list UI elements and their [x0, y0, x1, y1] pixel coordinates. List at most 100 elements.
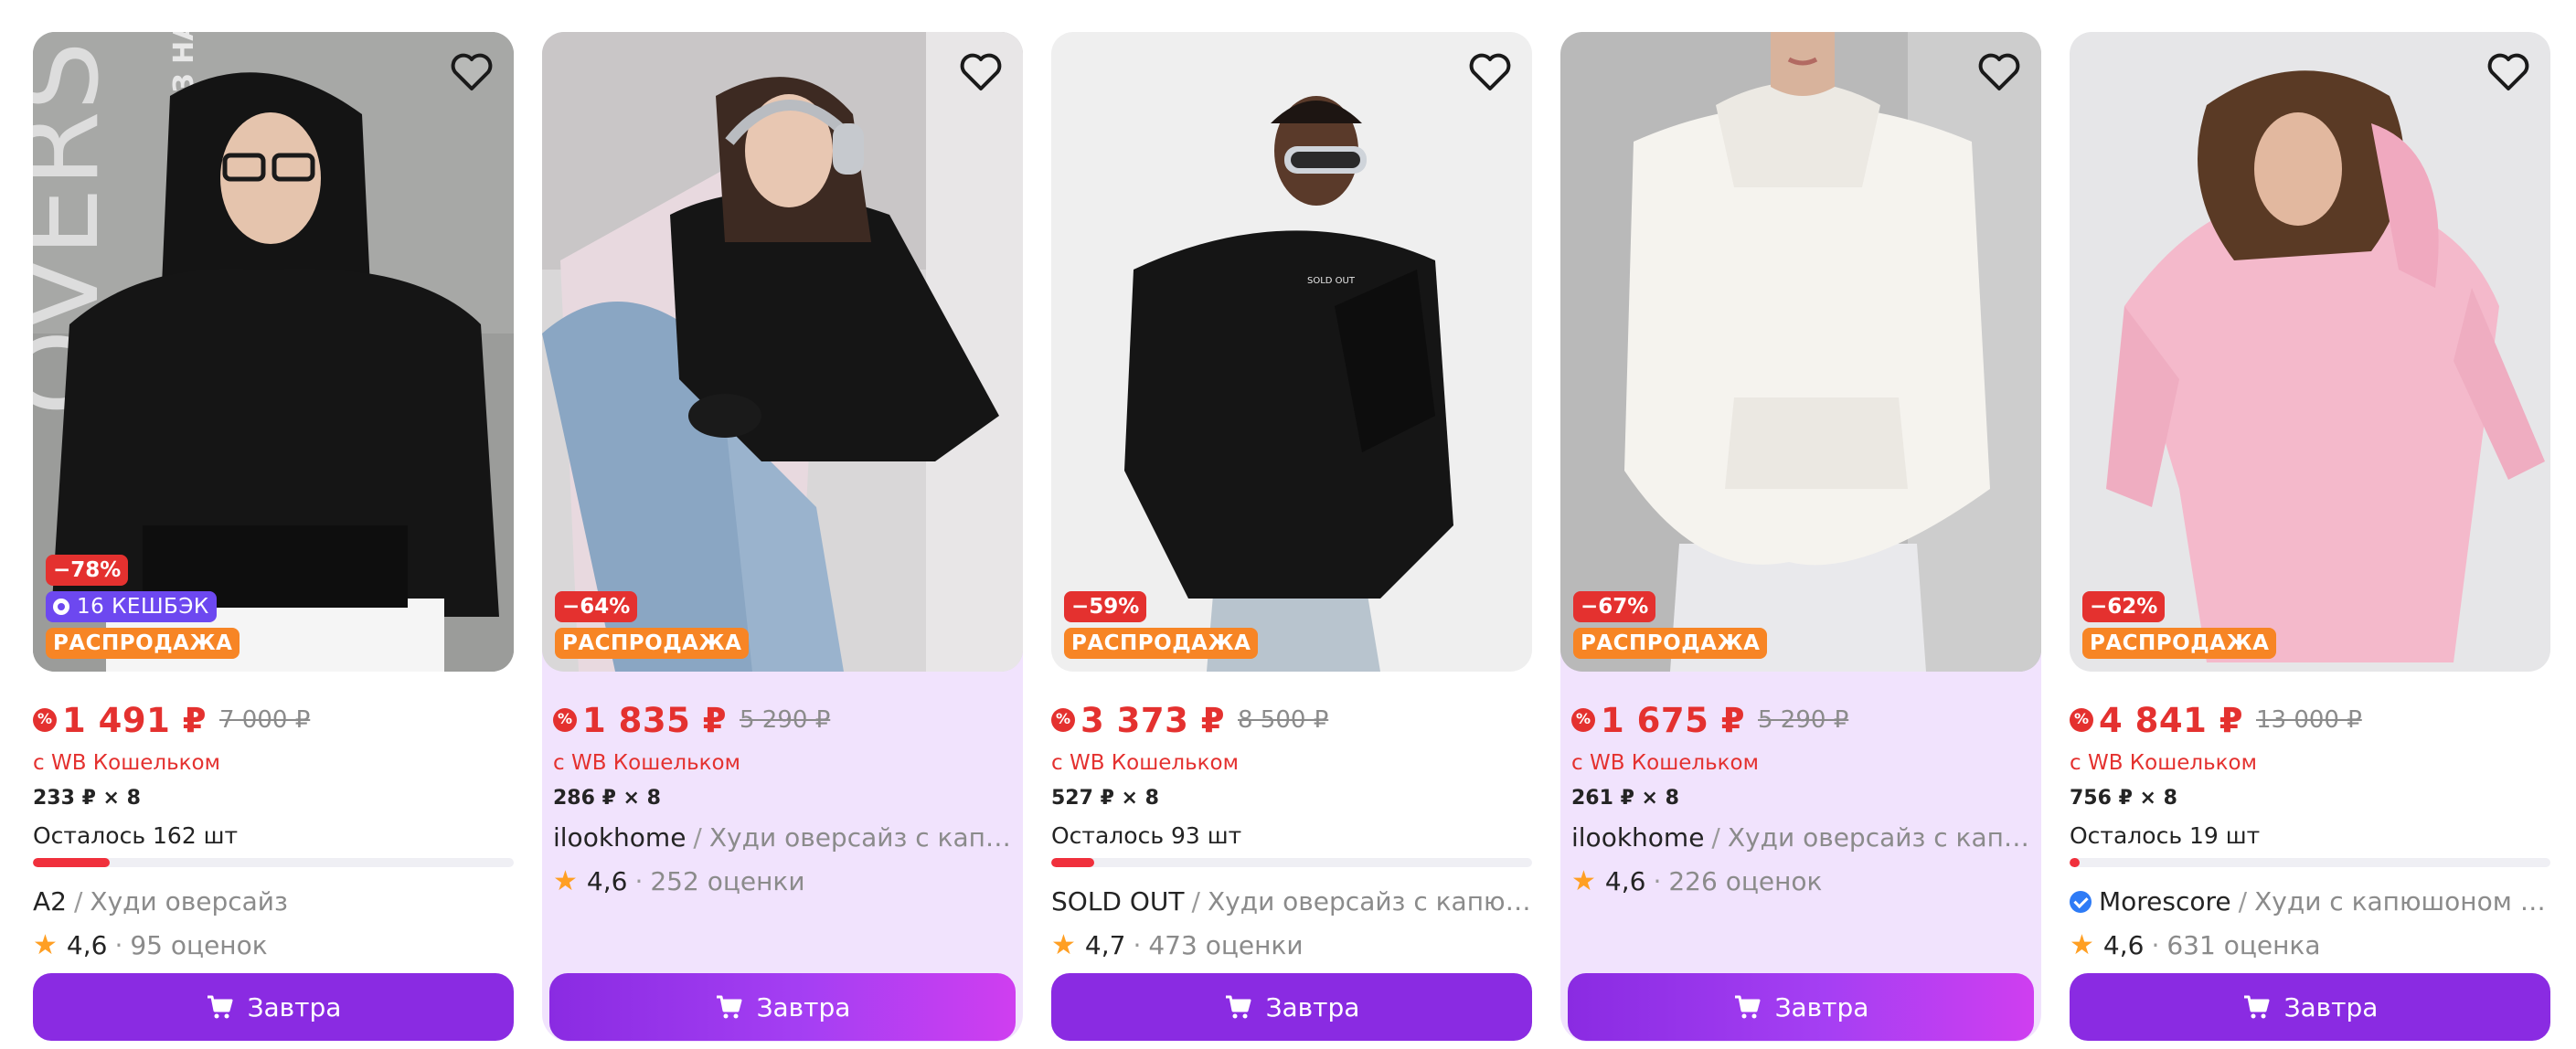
rating: ★ 4,6 · 226 оценок	[1571, 858, 2041, 906]
product-card[interactable]: −67% РАСПРОДАЖА 1 675 ₽ 5 290 ₽ с WB Кош…	[1560, 32, 2041, 1042]
stock-left: Осталось 162 шт	[33, 822, 239, 849]
buy-label: Завтра	[2283, 991, 2379, 1023]
stock-left: Осталось 93 шт	[1051, 822, 1242, 849]
old-price: 5 290 ₽	[1758, 706, 1849, 734]
brand-name: ilookhome	[1571, 822, 1705, 853]
stock-bar-fill	[1051, 858, 1095, 867]
product-name[interactable]: ilookhome / Худи оверсайз с капюш...	[1571, 818, 2041, 858]
name-separator: /	[1711, 822, 1720, 853]
wallet-discount-icon	[33, 708, 57, 732]
favorite-heart-icon[interactable]	[1468, 52, 1512, 92]
wallet-discount-icon	[2070, 708, 2093, 732]
wallet-note: с WB Кошельком	[33, 751, 220, 775]
product-name[interactable]: Morescore/Худи с капюшоном ове...	[2070, 882, 2550, 922]
product-image[interactable]: −62% РАСПРОДАЖА	[2070, 32, 2550, 672]
product-title: Худи с капюшоном ове...	[2254, 886, 2550, 917]
star-icon: ★	[1051, 929, 1076, 961]
product-card[interactable]: −64% РАСПРОДАЖА 1 835 ₽ 5 290 ₽ с WB Кош…	[542, 32, 1023, 1042]
reviews-count: 226 оценок	[1668, 866, 1823, 896]
stock-bar	[33, 858, 514, 867]
discount-badge: −62%	[2082, 591, 2166, 622]
stock-bar	[1051, 858, 1532, 867]
wallet-discount-icon	[1051, 708, 1075, 732]
cart-icon	[1225, 995, 1251, 1019]
product-name[interactable]: A2/Худи оверсайз	[33, 882, 514, 922]
wallet-note: с WB Кошельком	[1571, 751, 1759, 775]
rating-value: 4,6	[1604, 866, 1646, 896]
product-card[interactable]: SOLD OUT −59% РАСПРОДАЖА 3 373 ₽ 8 500 ₽…	[1051, 32, 1532, 1042]
cart-icon	[1734, 995, 1761, 1019]
rating-value: 4,6	[66, 930, 108, 960]
cart-icon	[2243, 995, 2270, 1019]
name-separator: /	[1191, 886, 1200, 917]
sale-badge: РАСПРОДАЖА	[1573, 628, 1768, 659]
brand-name: A2	[33, 886, 67, 917]
buy-label: Завтра	[1774, 991, 1869, 1023]
cashback-label: 16 КЕШБЭК	[77, 595, 209, 619]
favorite-heart-icon[interactable]	[450, 52, 494, 92]
wallet-discount-icon	[553, 708, 577, 732]
favorite-heart-icon[interactable]	[2486, 52, 2530, 92]
stock-left: Осталось 19 шт	[2070, 822, 2261, 849]
product-card[interactable]: −62% РАСПРОДАЖА 4 841 ₽ 13 000 ₽ с WB Ко…	[2070, 32, 2550, 1042]
buy-label: Завтра	[756, 991, 851, 1023]
cart-icon	[716, 995, 742, 1019]
product-image[interactable]: OVERSIZE БЕЗ НАЧЕСА −78% 16 КЕШБЭК РАСПР…	[33, 32, 514, 672]
add-to-cart-button[interactable]: Завтра	[549, 973, 1016, 1041]
add-to-cart-button[interactable]: Завтра	[1051, 973, 1532, 1041]
product-title: Худи оверсайз с капюш...	[1727, 822, 2041, 853]
rating-value: 4,6	[2102, 930, 2145, 960]
favorite-heart-icon[interactable]	[1977, 52, 2021, 92]
rating: ★ 4,6 · 631 оценка	[2070, 922, 2550, 970]
sale-badge: РАСПРОДАЖА	[555, 628, 750, 659]
old-price: 5 290 ₽	[740, 706, 831, 734]
star-icon: ★	[33, 929, 58, 961]
sale-badge: РАСПРОДАЖА	[1064, 628, 1259, 659]
discount-badge: −64%	[555, 591, 638, 622]
product-card[interactable]: OVERSIZE БЕЗ НАЧЕСА −78% 16 КЕШБЭК РАСПР…	[33, 32, 514, 1042]
star-icon: ★	[2070, 929, 2094, 961]
reviews-count: 473 оценки	[1148, 930, 1304, 960]
installment: 233 ₽ × 8	[33, 787, 141, 810]
rating: ★ 4,7 · 473 оценки	[1051, 922, 1532, 970]
favorite-heart-icon[interactable]	[959, 52, 1003, 92]
sale-badge: РАСПРОДАЖА	[2082, 628, 2277, 659]
product-name[interactable]: SOLD OUT/Худи оверсайз с капюшо...	[1051, 882, 1532, 922]
sale-badge: РАСПРОДАЖА	[46, 628, 240, 659]
wallet-note: с WB Кошельком	[2070, 751, 2257, 775]
cashback-badge: 16 КЕШБЭК	[46, 591, 217, 622]
stock-bar	[2070, 858, 2550, 867]
product-name[interactable]: ilookhome / Худи оверсайз с капюш...	[553, 818, 1023, 858]
add-to-cart-button[interactable]: Завтра	[33, 973, 514, 1041]
logo-text: SOLD OUT	[1307, 276, 1356, 286]
brand-name: Morescore	[2099, 886, 2231, 917]
name-separator: /	[693, 822, 702, 853]
product-image[interactable]: −64% РАСПРОДАЖА	[542, 32, 1023, 672]
name-separator: /	[2238, 886, 2248, 917]
product-image[interactable]: SOLD OUT −59% РАСПРОДАЖА	[1051, 32, 1532, 672]
price: 1 835 ₽	[582, 700, 727, 740]
installment: 756 ₽ × 8	[2070, 787, 2177, 810]
add-to-cart-button[interactable]: Завтра	[1568, 973, 2034, 1041]
discount-badge: −67%	[1573, 591, 1656, 622]
cart-icon	[207, 995, 233, 1019]
rating-value: 4,7	[1084, 930, 1126, 960]
price: 1 491 ₽	[62, 700, 207, 740]
stock-bar-fill	[33, 858, 111, 867]
product-title: Худи оверсайз с капюш...	[708, 822, 1023, 853]
rating: ★ 4,6 · 95 оценок	[33, 922, 514, 970]
reviews-count: 95 оценок	[130, 930, 268, 960]
price: 3 373 ₽	[1080, 700, 1225, 740]
verified-seller-icon	[2070, 891, 2092, 913]
brand-name: SOLD OUT	[1051, 886, 1185, 917]
old-price: 13 000 ₽	[2256, 706, 2362, 734]
reviews-count: 631 оценка	[2166, 930, 2321, 960]
discount-badge: −59%	[1064, 591, 1147, 622]
product-image[interactable]: −67% РАСПРОДАЖА	[1560, 32, 2041, 672]
wallet-discount-icon	[1571, 708, 1595, 732]
star-icon: ★	[553, 865, 578, 897]
rating-value: 4,6	[586, 866, 628, 896]
stock-bar-fill	[2070, 858, 2080, 867]
installment: 286 ₽ × 8	[553, 787, 661, 810]
add-to-cart-button[interactable]: Завтра	[2070, 973, 2550, 1041]
